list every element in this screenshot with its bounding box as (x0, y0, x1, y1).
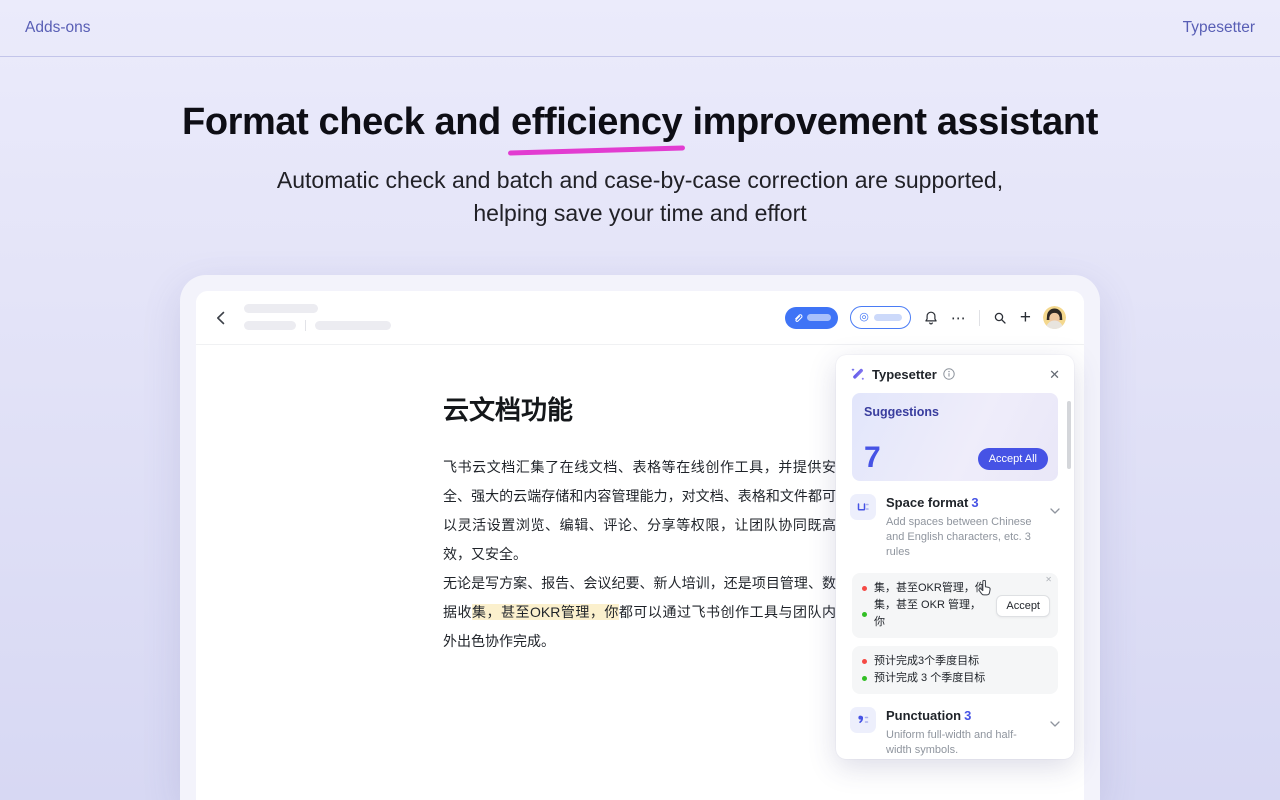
suggestion-item[interactable]: 预计完成3个季度目标 预计完成 3 个季度目标 (852, 646, 1058, 694)
original-text: 集，甚至OKR管理，你 (874, 580, 986, 597)
doc-title: 云文档功能 (443, 390, 836, 427)
page-subtitle: Automatic check and batch and case-by-ca… (0, 164, 1280, 230)
corrected-dot (862, 676, 867, 681)
panel-close-icon[interactable]: ✕ (1049, 368, 1060, 381)
page-title: Format check and efficiency improvement … (0, 101, 1280, 144)
corrected-dot (862, 612, 867, 617)
skeleton-divider (305, 320, 306, 331)
page-subtitle-line2: helping save your time and effort (0, 197, 1280, 230)
corrected-text: 预计完成 3 个季度目标 (874, 670, 985, 687)
typesetter-panel: Typesetter ✕ Suggestions 7 Accept All Sp… (836, 355, 1074, 759)
title-underline (508, 145, 685, 155)
doc-paragraph-2: 无论是写方案、报告、会议纪要、新人培训，还是项目管理、数据收集，甚至OKR管理，… (443, 569, 836, 656)
page-title-post: improvement assistant (682, 101, 1098, 143)
magic-wand-icon (850, 366, 866, 382)
section-space-format[interactable]: Space format3 Add spaces between Chinese… (836, 481, 1074, 565)
info-icon[interactable] (943, 368, 955, 380)
page-title-word: efficiency (511, 101, 682, 143)
section-text: Punctuation3 Uniform full-width and half… (886, 707, 1038, 758)
original-text-row: 预计完成3个季度目标 (862, 653, 1048, 670)
section-text: Space format3 Add spaces between Chinese… (886, 494, 1038, 560)
corrected-text: 集，甚至 OKR 管理，你 (874, 597, 986, 631)
original-text-row: 集，甚至OKR管理，你 (862, 580, 986, 597)
create-new-icon[interactable]: + (1020, 308, 1031, 327)
back-icon[interactable] (214, 310, 228, 326)
suggestions-label: Suggestions (864, 405, 1046, 419)
page-subtitle-line1: Automatic check and batch and case-by-ca… (0, 164, 1280, 197)
topbar-divider (979, 310, 980, 326)
top-nav: Adds-ons Typesetter (0, 0, 1280, 57)
document-page[interactable]: 云文档功能 飞书云文档汇集了在线文档、表格等在线创作工具，并提供安全、强大的云端… (443, 390, 836, 656)
section-title: Space format (886, 495, 968, 510)
panel-title: Typesetter (872, 367, 937, 382)
topbar-actions: ◎ ⋯ + (785, 306, 1066, 329)
doc-p2-highlight: 集，甚至OKR管理，你 (472, 604, 619, 620)
suggestions-summary-card: Suggestions 7 Accept All (852, 393, 1058, 481)
accept-button[interactable]: Accept (996, 595, 1050, 617)
section-count: 3 (964, 708, 971, 723)
clip-icon (793, 313, 803, 323)
nav-typesetter-link[interactable]: Typesetter (1183, 19, 1255, 37)
page-title-underlined-word: efficiency (511, 101, 682, 144)
button-label-skeleton (807, 314, 831, 321)
section-count: 3 (971, 495, 978, 510)
chevron-down-icon[interactable] (1050, 714, 1060, 732)
skeleton-bar (244, 304, 318, 313)
accept-all-button[interactable]: Accept All (978, 448, 1048, 470)
punctuation-icon (850, 707, 876, 733)
doc-paragraph-1: 飞书云文档汇集了在线文档、表格等在线创作工具，并提供安全、强大的云端存储和内容管… (443, 453, 836, 569)
space-format-icon (850, 494, 876, 520)
skeleton-bar (244, 321, 296, 330)
app-window: ◎ ⋯ + (180, 275, 1100, 800)
panel-header: Typesetter ✕ (836, 355, 1074, 391)
search-icon[interactable] (992, 310, 1008, 326)
dismiss-icon[interactable]: ✕ (1045, 575, 1052, 584)
view-icon: ◎ (859, 312, 869, 323)
window-topbar: ◎ ⋯ + (196, 291, 1084, 345)
page-title-pre: Format check and (182, 101, 511, 143)
panel-scrollbar[interactable] (1067, 401, 1071, 469)
doc-title-skeleton (244, 304, 391, 331)
corrected-text-row: 预计完成 3 个季度目标 (862, 670, 1048, 687)
notification-bell-icon[interactable] (923, 310, 939, 326)
share-button[interactable] (785, 307, 838, 329)
more-menu-icon[interactable]: ⋯ (951, 309, 967, 327)
skeleton-bar (315, 321, 391, 330)
button-label-skeleton (874, 314, 902, 321)
section-desc: Uniform full-width and half-width symbol… (886, 728, 1038, 758)
avatar[interactable] (1043, 306, 1066, 329)
hand-cursor-icon (977, 580, 992, 599)
section-title: Punctuation (886, 708, 961, 723)
corrected-text-row: 集，甚至 OKR 管理，你 (862, 597, 986, 631)
section-punctuation[interactable]: Punctuation3 Uniform full-width and half… (836, 694, 1074, 759)
section-desc: Add spaces between Chinese and English c… (886, 515, 1038, 560)
chevron-down-icon[interactable] (1050, 501, 1060, 519)
suggestions-count: 7 (864, 441, 881, 475)
nav-adds-ons-link[interactable]: Adds-ons (25, 19, 90, 37)
suggestion-item[interactable]: ✕ 集，甚至OKR管理，你 集，甚至 OKR 管理，你 Accept (852, 573, 1058, 638)
view-mode-button[interactable]: ◎ (850, 306, 911, 329)
original-dot (862, 586, 867, 591)
original-dot (862, 659, 867, 664)
original-text: 预计完成3个季度目标 (874, 653, 979, 670)
